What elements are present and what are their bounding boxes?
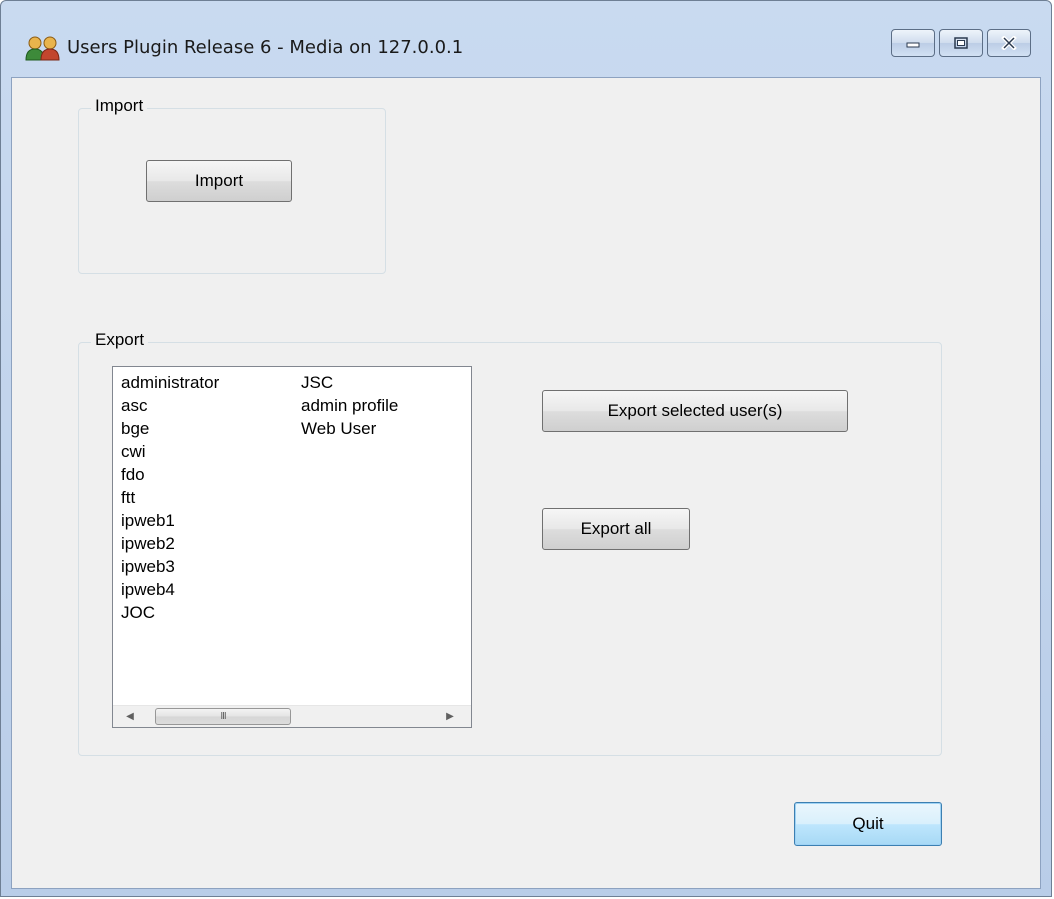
list-item[interactable]: admin profile xyxy=(301,394,398,417)
list-item[interactable]: asc xyxy=(121,394,219,417)
quit-button[interactable]: Quit xyxy=(794,802,942,846)
scroll-left-button[interactable]: ◀ xyxy=(119,706,141,727)
users-listbox[interactable]: administrator asc bge cwi fdo ftt ipweb1 ipweb2… xyxy=(112,366,472,728)
minimize-button[interactable] xyxy=(891,29,935,57)
scrollbar-thumb[interactable]: III xyxy=(155,708,291,725)
list-item[interactable]: ftt xyxy=(121,486,219,509)
minimize-icon xyxy=(906,42,920,48)
list-item[interactable]: administrator xyxy=(121,371,219,394)
users-icon xyxy=(25,36,60,61)
maximize-icon xyxy=(954,37,968,49)
maximize-button[interactable] xyxy=(939,29,983,57)
list-item[interactable]: Web User xyxy=(301,417,398,440)
list-item[interactable]: JSC xyxy=(301,371,398,394)
client-area: Import Import Export administrator asc bge… xyxy=(11,77,1041,889)
close-icon xyxy=(1001,36,1017,50)
list-item[interactable]: bge xyxy=(121,417,219,440)
list-item[interactable]: cwi xyxy=(121,440,219,463)
window-title: Users Plugin Release 6 - Media on 127.0.… xyxy=(67,37,464,58)
app-window: Users Plugin Release 6 - Media on 127.0.… xyxy=(0,0,1052,897)
horizontal-scrollbar[interactable]: ◀ III ▶ xyxy=(113,705,471,727)
list-item[interactable]: ipweb2 xyxy=(121,532,219,555)
list-item[interactable]: ipweb3 xyxy=(121,555,219,578)
scroll-right-icon: ▶ xyxy=(446,711,454,722)
list-item[interactable]: ipweb4 xyxy=(121,578,219,601)
scroll-right-button[interactable]: ▶ xyxy=(439,706,461,727)
import-group-label: Import xyxy=(91,96,148,116)
export-selected-button[interactable]: Export selected user(s) xyxy=(542,390,848,432)
users-column-1: administrator asc bge cwi fdo ftt ipweb1 ipweb2… xyxy=(121,371,219,624)
list-item[interactable]: JOC xyxy=(121,601,219,624)
users-column-2: JSC admin profile Web User xyxy=(301,371,398,440)
import-button[interactable]: Import xyxy=(146,160,292,202)
window-controls xyxy=(891,29,1031,57)
export-all-button[interactable]: Export all xyxy=(542,508,690,550)
list-item[interactable]: ipweb1 xyxy=(121,509,219,532)
list-item[interactable]: fdo xyxy=(121,463,219,486)
title-bar[interactable]: Users Plugin Release 6 - Media on 127.0.… xyxy=(1,1,1051,61)
scroll-left-icon: ◀ xyxy=(126,711,134,722)
close-button[interactable] xyxy=(987,29,1031,57)
export-group-label: Export xyxy=(91,330,149,350)
